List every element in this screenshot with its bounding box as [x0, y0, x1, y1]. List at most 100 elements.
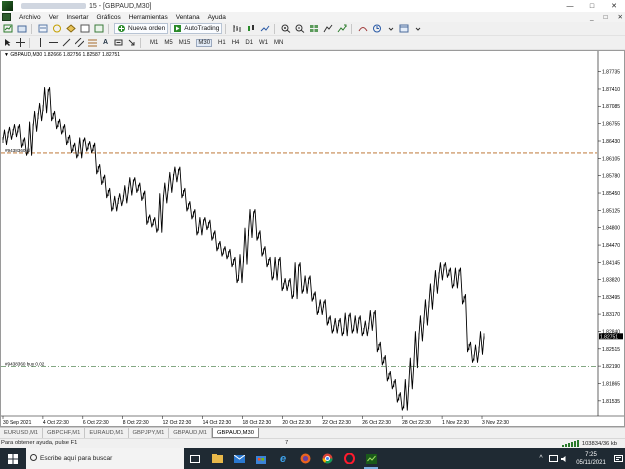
toolbar-separator — [31, 23, 32, 34]
timeframe-h1[interactable]: H1 — [218, 40, 226, 46]
trendline-icon[interactable] — [61, 37, 72, 48]
chart-window[interactable]: 1.87735 1.87410 1.87085 1.86755 1.86430 1.861… — [0, 50, 625, 427]
y-tick-label: 1.85450 — [602, 191, 620, 197]
menu-archivo[interactable]: Archivo — [19, 14, 41, 21]
text-label-icon[interactable] — [113, 37, 124, 48]
candlestick-icon[interactable] — [245, 23, 257, 34]
cursor-icon[interactable] — [2, 37, 13, 48]
tab-eurusd-m1[interactable]: EURUSD,M1 — [0, 428, 44, 438]
text-tool-icon[interactable]: A — [100, 37, 111, 48]
autotrading-button[interactable]: AutoTrading — [170, 23, 223, 34]
edge-icon[interactable]: e — [272, 448, 294, 469]
y-tick-label: 1.87410 — [602, 87, 620, 93]
menu-graficos[interactable]: Gráficos — [97, 14, 121, 21]
clock-date: 05/11/2021 — [576, 459, 606, 466]
chart-window-icon[interactable] — [2, 13, 11, 21]
indicators-icon[interactable] — [357, 23, 369, 34]
zoom-in-icon[interactable] — [280, 23, 292, 34]
templates-icon[interactable] — [398, 23, 410, 34]
timeframe-m30[interactable]: M30 — [196, 38, 213, 47]
crosshair-icon[interactable] — [15, 37, 26, 48]
status-middle: 7 — [285, 440, 289, 446]
y-tick-label: 1.86105 — [602, 156, 620, 162]
chart-header-arrow: ▼ — [4, 52, 9, 58]
menu-ayuda[interactable]: Ayuda — [208, 14, 226, 21]
toolbar-separator — [274, 23, 276, 34]
line-chart-icon[interactable] — [259, 23, 271, 34]
clock-time: 7:25 — [585, 451, 597, 458]
tab-euraud-m1[interactable]: EURAUD,M1 — [85, 428, 129, 438]
new-order-button[interactable]: Nueva orden — [114, 23, 169, 34]
network-icon[interactable] — [547, 448, 559, 469]
window-controls: — □ ✕ — [559, 0, 625, 12]
periods-icon[interactable] — [371, 23, 383, 34]
menu-insertar[interactable]: Insertar — [66, 14, 88, 21]
market-watch-icon[interactable] — [37, 23, 49, 34]
y-tick-label: 1.84800 — [602, 226, 620, 232]
menu-herramientas[interactable]: Herramientas — [129, 14, 168, 21]
child-minimize-button[interactable]: _ — [590, 14, 594, 21]
store-icon[interactable] — [250, 448, 272, 469]
y-tick-label: 1.86430 — [602, 139, 620, 145]
templates-dropdown-icon[interactable] — [412, 23, 423, 34]
tab-gbpaud-m1[interactable]: GBPAUD,M1 — [169, 428, 213, 438]
opera-icon[interactable] — [338, 448, 360, 469]
vertical-line-icon[interactable] — [35, 37, 46, 48]
tile-windows-icon[interactable] — [308, 23, 320, 34]
zoom-out-icon[interactable] — [294, 23, 306, 34]
new-chart-icon[interactable] — [2, 23, 14, 34]
terminal-icon[interactable] — [79, 23, 91, 34]
price-chart[interactable]: 1.87735 1.87410 1.87085 1.86755 1.86430 1.861… — [1, 51, 624, 426]
equidistant-channel-icon[interactable] — [74, 37, 85, 48]
child-close-button[interactable]: ✕ — [618, 13, 623, 21]
menu-ventana[interactable]: Ventana — [176, 14, 200, 21]
navigator-icon[interactable] — [65, 23, 77, 34]
x-tick-label: 22 Oct 22:30 — [322, 420, 351, 426]
metatrader-app-icon — [2, 1, 13, 11]
file-explorer-icon[interactable] — [206, 448, 228, 469]
windows-taskbar: Escribe aquí para buscar e ^ 7:25 05/11/… — [0, 448, 625, 469]
tab-gbpjpy-m1[interactable]: GBPJPY,M1 — [129, 428, 170, 438]
current-price-label: 1.82751 — [600, 334, 618, 340]
timeframe-h4[interactable]: H4 — [232, 40, 240, 46]
chart-shift-icon[interactable] — [322, 23, 334, 34]
chart-header-text: GBPAUD,M30 1.82666 1.82756 1.82587 1.827… — [10, 52, 121, 58]
fibonacci-icon[interactable] — [87, 37, 98, 48]
bar-chart-icon[interactable] — [231, 23, 243, 34]
x-tick-label: 1 Nov 22:30 — [442, 420, 469, 426]
clock[interactable]: 7:25 05/11/2021 — [571, 451, 611, 467]
maximize-button[interactable]: □ — [581, 0, 603, 12]
metatrader-taskbar-icon[interactable] — [360, 448, 382, 469]
strategy-tester-icon[interactable] — [93, 23, 105, 34]
timeframe-w1[interactable]: W1 — [259, 40, 268, 46]
firefox-icon[interactable] — [294, 448, 316, 469]
task-view-icon[interactable] — [184, 448, 206, 469]
notifications-icon[interactable] — [611, 448, 625, 469]
chart-tabs: EURUSD,M1 GBPCHF,M1 EURAUD,M1 GBPJPY,M1 … — [0, 427, 625, 438]
timeframe-d1[interactable]: D1 — [245, 40, 253, 46]
child-restore-button[interactable]: □ — [604, 14, 608, 21]
timeframe-mn[interactable]: MN — [274, 40, 283, 46]
profiles-icon[interactable] — [16, 23, 28, 34]
status-bar: Para obtener ayuda, pulse F1 7 103834/36… — [0, 438, 625, 448]
tray-chevron-icon[interactable]: ^ — [535, 448, 547, 469]
data-window-icon[interactable] — [51, 23, 63, 34]
autoscroll-icon[interactable] — [336, 23, 348, 34]
minimize-button[interactable]: — — [559, 0, 581, 12]
menu-ver[interactable]: Ver — [49, 14, 59, 21]
timeframe-m15[interactable]: M15 — [179, 40, 191, 46]
horizontal-line-icon[interactable] — [48, 37, 59, 48]
periods-dropdown-icon[interactable] — [385, 23, 396, 34]
timeframe-m5[interactable]: M5 — [164, 40, 172, 46]
timeframe-m1[interactable]: M1 — [150, 40, 158, 46]
taskbar-search[interactable]: Escribe aquí para buscar — [26, 448, 184, 469]
x-tick-label: 3 Nov 22:30 — [482, 420, 509, 426]
close-button[interactable]: ✕ — [603, 0, 625, 12]
chrome-icon[interactable] — [316, 448, 338, 469]
mail-icon[interactable] — [228, 448, 250, 469]
arrow-tool-icon[interactable] — [126, 37, 137, 48]
tab-gbpaud-m30[interactable]: GBPAUD,M30 — [212, 428, 259, 438]
tab-gbpchf-m1[interactable]: GBPCHF,M1 — [43, 428, 86, 438]
start-button[interactable] — [0, 448, 26, 469]
volume-icon[interactable] — [559, 448, 571, 469]
